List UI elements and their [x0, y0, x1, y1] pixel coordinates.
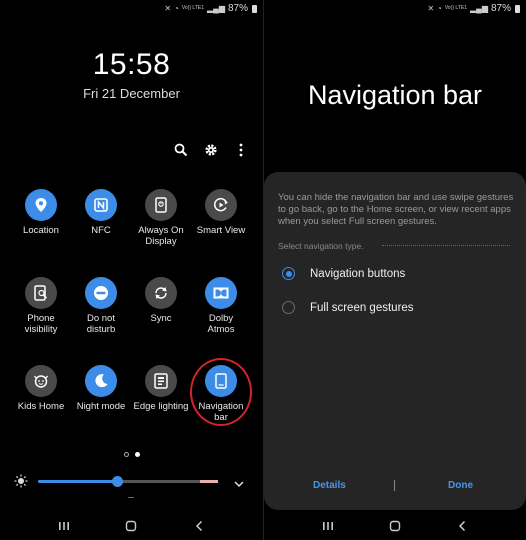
battery-percent: 87%	[490, 3, 511, 14]
mute-icon: ✕	[164, 4, 172, 13]
sheet-description: You can hide the navigation bar and use …	[278, 192, 514, 227]
brightness-slider[interactable]	[38, 476, 218, 487]
phone-visibility-icon	[25, 277, 57, 309]
tile-edge-lighting[interactable]: Edge lighting	[128, 365, 194, 413]
always-on-display-icon	[145, 189, 177, 221]
brightness-icon	[14, 474, 28, 493]
option-full-screen-gestures[interactable]: Full screen gestures	[282, 301, 414, 314]
page-title: Navigation bar	[307, 80, 483, 110]
back-icon[interactable]	[454, 518, 470, 534]
status-bar: ✕ ◔ Vo)) LTE1 ▂▄▆ 87%	[427, 2, 520, 15]
chevron-down-icon[interactable]	[234, 475, 244, 493]
quick-settings-panel: ✕ ◔ Vo)) LTE1 ▂▄▆ 87% 15:58 Fri 21 Decem…	[0, 0, 263, 540]
lock-date: Fri 21 December	[83, 86, 180, 101]
tile-label: Do not disturb	[86, 313, 116, 335]
tile-label: Kids Home	[17, 401, 65, 412]
lock-time: 15:58	[92, 48, 171, 81]
do-not-disturb-icon	[85, 277, 117, 309]
page-indicator	[124, 452, 140, 457]
page-dot-active[interactable]	[135, 452, 140, 457]
sheet-subheading: Select navigation type.	[278, 241, 364, 251]
tile-dolby-atmos[interactable]: Dolby Atmos	[188, 277, 254, 335]
option-navigation-buttons[interactable]: Navigation buttons	[282, 267, 405, 280]
tile-label: Sync	[150, 313, 172, 324]
recents-icon[interactable]	[320, 518, 336, 534]
navigation-bar-settings-panel: ✕ ◔ Vo)) LTE1 ▂▄▆ 87% Navigation bar You…	[264, 0, 526, 540]
status-bar: ✕ ◔ Vo)) LTE1 ▂▄▆ 87%	[164, 2, 257, 15]
tile-kids-home[interactable]: Kids Home	[8, 365, 74, 413]
details-button[interactable]: Details	[313, 480, 346, 491]
battery-icon	[252, 4, 257, 13]
brightness-end-mark	[200, 480, 218, 483]
tile-always-on-display[interactable]: Always On Display	[128, 189, 194, 247]
tile-label: Location	[23, 225, 59, 236]
panel-handle[interactable]	[128, 497, 134, 498]
gear-icon[interactable]	[203, 142, 219, 158]
page-dot[interactable]	[124, 452, 129, 457]
radio-selected[interactable]	[282, 267, 295, 280]
tile-label: Dolby Atmos	[207, 313, 235, 335]
system-nav-bar	[264, 512, 526, 540]
brightness-thumb[interactable]	[112, 476, 124, 487]
recents-icon[interactable]	[56, 518, 72, 534]
tile-location[interactable]: Location	[8, 189, 74, 237]
battery-icon	[515, 4, 520, 13]
radio-unselected[interactable]	[282, 301, 295, 314]
sync-icon	[145, 277, 177, 309]
nfc-icon	[85, 189, 117, 221]
subheading-divider	[382, 245, 510, 246]
tile-do-not-disturb[interactable]: Do not disturb	[68, 277, 134, 335]
tile-label: Phone visibility	[24, 313, 58, 335]
navigation-type-sheet: You can hide the navigation bar and use …	[264, 172, 526, 510]
tile-sync[interactable]: Sync	[128, 277, 194, 325]
location-icon	[25, 189, 57, 221]
tile-label: Night mode	[76, 401, 126, 412]
tile-phone-visibility[interactable]: Phone visibility	[8, 277, 74, 335]
search-icon[interactable]	[173, 142, 189, 158]
brightness-control	[0, 472, 263, 492]
brightness-fill	[38, 480, 118, 483]
tile-smart-view[interactable]: Smart View	[188, 189, 254, 237]
system-nav-bar	[0, 512, 263, 540]
kids-home-icon	[25, 365, 57, 397]
dolby-icon	[205, 277, 237, 309]
tile-night-mode[interactable]: Night mode	[68, 365, 134, 413]
more-vert-icon[interactable]	[233, 142, 249, 158]
wifi-icon: ◔	[174, 4, 179, 13]
done-button[interactable]: Done	[448, 480, 473, 491]
home-icon[interactable]	[387, 518, 403, 534]
tile-label: NFC	[91, 225, 111, 236]
volte-indicator: Vo)) LTE1	[444, 5, 467, 11]
tile-label: Smart View	[196, 225, 246, 236]
mute-icon: ✕	[427, 4, 435, 13]
home-icon[interactable]	[123, 518, 139, 534]
tile-label: Edge lighting	[133, 401, 189, 412]
tile-label: Always On Display	[138, 225, 184, 247]
battery-percent: 87%	[227, 3, 248, 14]
signal-icon: ▂▄▆	[207, 4, 225, 13]
edge-lighting-icon	[145, 365, 177, 397]
night-mode-icon	[85, 365, 117, 397]
tile-nfc[interactable]: NFC	[68, 189, 134, 237]
navigation-bar-highlight-circle	[190, 358, 252, 426]
smart-view-icon	[205, 189, 237, 221]
quick-panel-toolbar	[173, 142, 249, 158]
option-label: Navigation buttons	[310, 267, 406, 280]
signal-icon: ▂▄▆	[470, 4, 488, 13]
button-separator	[394, 480, 395, 491]
option-label: Full screen gestures	[310, 301, 414, 314]
wifi-icon: ◔	[437, 4, 442, 13]
back-icon[interactable]	[191, 518, 207, 534]
volte-indicator: Vo)) LTE1	[181, 5, 204, 11]
